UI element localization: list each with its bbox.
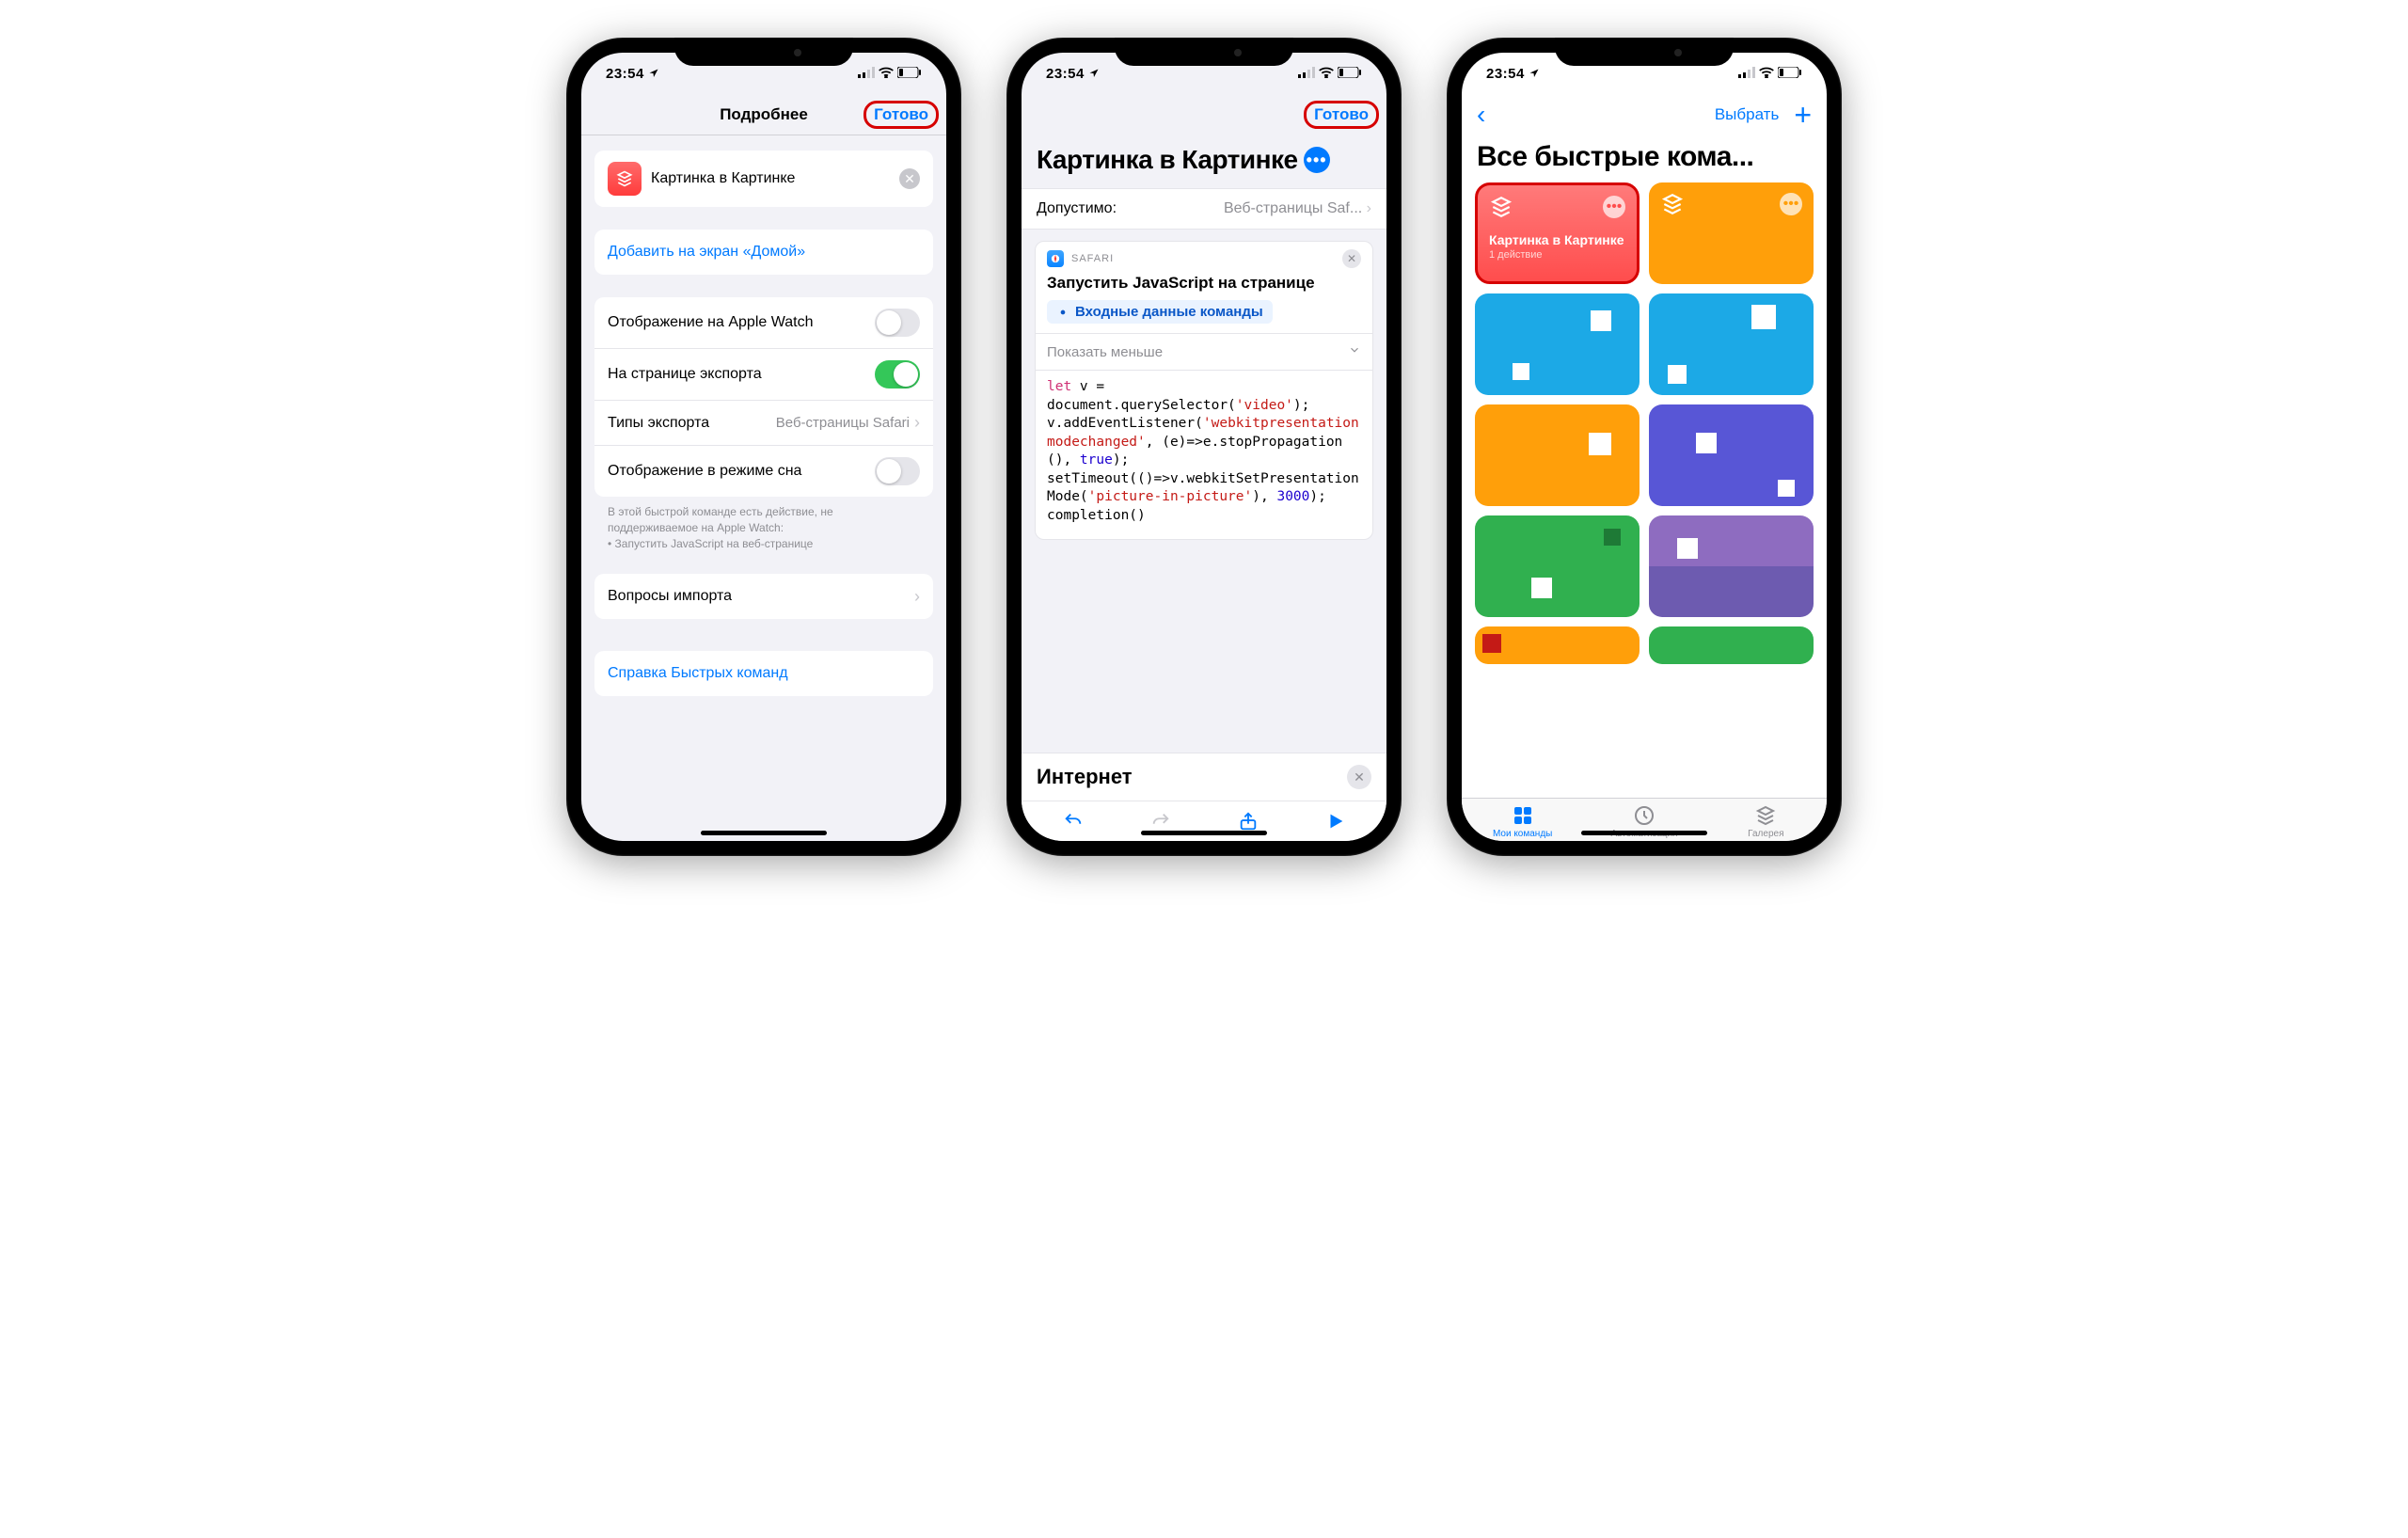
status-time: 23:54 [1046, 66, 1085, 82]
tile-more-icon[interactable]: ••• [1603, 196, 1625, 218]
tab-gallery[interactable]: Галерея [1705, 804, 1827, 839]
action-card: SAFARI ✕ Запустить JavaScript на страниц… [1035, 241, 1373, 540]
location-icon [1529, 68, 1540, 79]
chevron-right-icon: › [910, 413, 920, 433]
home-indicator[interactable] [1581, 831, 1707, 835]
import-questions-row[interactable]: Вопросы импорта› [594, 574, 933, 619]
action-title: Запустить JavaScript на странице [1036, 270, 1372, 300]
share-icon[interactable] [1233, 811, 1263, 832]
tab-my-shortcuts[interactable]: Мои команды [1462, 804, 1583, 839]
clock-icon [1633, 804, 1656, 827]
shortcut-tile-1[interactable]: ••• Картинка в Картинке 1 действие [1475, 182, 1640, 284]
safari-icon [1047, 250, 1064, 267]
shortcut-tile[interactable] [1475, 626, 1640, 664]
export-types-row[interactable]: Типы экспорта Веб-страницы Safari › [594, 400, 933, 445]
play-icon[interactable] [1321, 811, 1351, 832]
signal-icon [858, 66, 875, 82]
grid-icon [1512, 804, 1534, 827]
shortcut-tile[interactable] [1475, 404, 1640, 506]
export-page-label: На странице экспорта [608, 366, 875, 383]
shortcut-glyph-icon[interactable] [608, 162, 642, 196]
show-less-toggle[interactable]: Показать меньше [1036, 333, 1372, 370]
apple-watch-toggle[interactable] [875, 309, 920, 337]
apple-watch-label: Отображение на Apple Watch [608, 314, 875, 331]
shortcut-name[interactable]: Картинка в Картинке [651, 170, 899, 187]
shortcut-title: Картинка в Картинке [1037, 145, 1298, 175]
phone-1: 23:54 Подробнее Готово [566, 38, 961, 856]
signal-icon [1738, 66, 1755, 82]
clear-icon[interactable]: ✕ [899, 168, 920, 189]
back-icon[interactable]: ‹ [1477, 100, 1485, 130]
page-title: Все быстрые кома... [1462, 135, 1827, 182]
action-app-label: SAFARI [1071, 253, 1335, 264]
shortcut-tile[interactable] [1475, 293, 1640, 395]
remove-action-icon[interactable]: ✕ [1342, 249, 1361, 268]
redo-icon [1146, 811, 1176, 832]
accepts-param[interactable]: Допустимо: Веб-страницы Saf... › [1022, 188, 1386, 230]
shortcut-tile[interactable] [1649, 515, 1814, 617]
done-button[interactable]: Готово [863, 101, 939, 129]
shortcut-tile[interactable] [1649, 404, 1814, 506]
export-page-toggle[interactable] [875, 360, 920, 388]
done-button[interactable]: Готово [1304, 101, 1379, 129]
wifi-icon [1319, 66, 1334, 82]
chevron-right-icon: › [914, 587, 920, 607]
shortcut-tile[interactable] [1649, 626, 1814, 664]
phone-2: 23:54 Готово Картинка в Картинке ••• Доп… [1006, 38, 1402, 856]
battery-icon [1338, 66, 1362, 82]
layers-icon [1754, 804, 1777, 827]
code-editor[interactable]: let v = document.querySelector('video');… [1036, 370, 1372, 539]
nav-bar: Подробнее Готово [581, 94, 946, 135]
search-sheet[interactable]: Интернет ✕ [1022, 753, 1386, 841]
tile-more-icon[interactable]: ••• [1780, 193, 1802, 215]
nav-title: Подробнее [670, 105, 858, 124]
status-time: 23:54 [606, 66, 644, 82]
wifi-icon [879, 66, 894, 82]
sleep-mode-toggle[interactable] [875, 457, 920, 485]
add-to-home-button[interactable]: Добавить на экран «Домой» [594, 230, 933, 275]
undo-icon[interactable] [1058, 811, 1088, 832]
home-indicator[interactable] [1141, 831, 1267, 835]
shortcut-glyph-icon [1660, 192, 1685, 216]
footnote: В этой быстрой команде есть действие, не… [594, 497, 933, 551]
location-icon [648, 68, 659, 79]
status-time: 23:54 [1486, 66, 1525, 82]
phone-3: 23:54 ‹ Выбрать + Все быстрые кома... ••… [1447, 38, 1842, 856]
location-icon [1088, 68, 1100, 79]
wifi-icon [1759, 66, 1774, 82]
sleep-mode-label: Отображение в режиме сна [608, 463, 875, 480]
add-shortcut-icon[interactable]: + [1794, 100, 1812, 130]
input-pill[interactable]: Входные данные команды [1047, 300, 1273, 324]
home-indicator[interactable] [701, 831, 827, 835]
help-button[interactable]: Справка Быстрых команд [594, 651, 933, 696]
name-card: Картинка в Картинке ✕ [594, 151, 933, 207]
select-button[interactable]: Выбрать [1715, 105, 1779, 124]
shortcut-tile[interactable] [1475, 515, 1640, 617]
shortcut-tile[interactable] [1649, 293, 1814, 395]
shortcut-glyph-icon [1489, 195, 1513, 219]
more-icon[interactable]: ••• [1304, 147, 1330, 173]
signal-icon [1298, 66, 1315, 82]
shortcut-tile-2[interactable]: ••• [1649, 182, 1814, 284]
battery-icon [897, 66, 922, 82]
chevron-down-icon [1348, 343, 1361, 360]
close-sheet-icon[interactable]: ✕ [1347, 765, 1371, 789]
battery-icon [1778, 66, 1802, 82]
